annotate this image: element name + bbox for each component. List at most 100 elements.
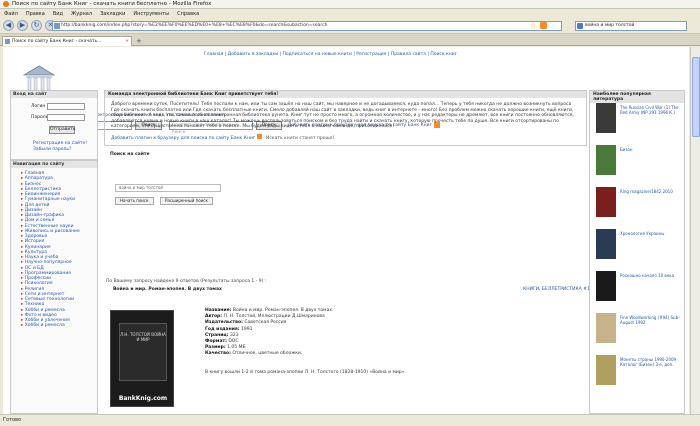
- meta-label: Год издания:: [205, 326, 240, 332]
- popular-item-title[interactable]: Роскошно начало 10 века: [620, 273, 680, 279]
- popular-item-title[interactable]: Монеты страны 1990-2009 Каталог (Бизон) …: [620, 357, 680, 368]
- popular-item[interactable]: Fine Woodworking (#94) Sub-August 1992: [594, 313, 682, 353]
- forward-icon[interactable]: ▶: [17, 20, 28, 31]
- password-label: Пароль: [31, 115, 49, 120]
- book-thumb[interactable]: [596, 187, 616, 217]
- reload-icon[interactable]: ↻: [31, 20, 42, 31]
- popular-item-title[interactable]: The Russian Civil War (1) The Red Army (…: [620, 105, 680, 116]
- status-bar: Готово: [0, 414, 700, 426]
- login-input[interactable]: [47, 103, 85, 110]
- top-links[interactable]: Главная | Добавить в закладки | Подписат…: [3, 52, 689, 57]
- forgot-password-link[interactable]: Забыли пароль?: [33, 147, 87, 153]
- tab-bar: Поиск по сайту Банк Книг - скачать... × …: [0, 34, 700, 46]
- welcome-plugin-icon[interactable]: [256, 133, 262, 139]
- welcome-plugin-note: - Искать книги станет проще!: [263, 135, 335, 141]
- bookmark-star-icon[interactable]: ☆: [530, 22, 536, 30]
- popular-item[interactable]: Ring magazine/1842.2010: [594, 187, 682, 227]
- login-header: Вход на сайт: [11, 91, 97, 98]
- window-title: Поиск по сайту Банк Книг - скачать книги…: [12, 1, 212, 7]
- popular-item-title[interactable]: Fine Woodworking (#94) Sub-August 1992: [620, 315, 680, 326]
- categories-header: Навигация по сайту: [11, 161, 97, 168]
- meta-value: 1.05 МБ: [227, 345, 246, 351]
- popular-item-title[interactable]: Бизон: [620, 147, 680, 153]
- back-icon[interactable]: ◀: [3, 20, 14, 31]
- book-thumb[interactable]: [596, 145, 616, 175]
- browser-search-text: война и мир толстой: [585, 23, 635, 28]
- popular-item-title[interactable]: Ring magazine/1842.2010: [620, 189, 680, 195]
- popular-item[interactable]: Хронология Украины: [594, 229, 682, 269]
- meta-value: Л. Н. Толстой, Иллюстрации Д.Шмаринова: [223, 314, 325, 320]
- login-submit-button[interactable]: Отправить: [49, 126, 76, 134]
- meta-label: Название:: [205, 308, 232, 313]
- url-text: http://bankknig.com/index.php?story=%E2%…: [61, 23, 328, 28]
- popular-item[interactable]: Монеты страны 1990-2009 Каталог (Бизон) …: [594, 355, 682, 395]
- result-category-link[interactable]: КНИГИ, БЕЛЛЕТРИСТИКА #1: [523, 287, 590, 292]
- login-box: Вход на сайт Логин Пароль Отправить Реги…: [10, 90, 98, 160]
- meta-label: Формат:: [205, 339, 227, 345]
- tab-label: Поиск по сайту Банк Книг - скачать...: [12, 39, 102, 44]
- welcome-plugin-row: Добавить плагин к браузеру для поиска по…: [105, 133, 586, 141]
- login-label: Логин: [31, 104, 46, 109]
- popular-header: Наиболее популярная литература: [590, 91, 684, 103]
- rss-icon[interactable]: [540, 22, 547, 29]
- window-titlebar: Поиск по сайту Банк Книг - скачать книги…: [0, 0, 700, 9]
- menu-view[interactable]: Вид: [53, 11, 63, 17]
- start-search-button[interactable]: Начать поиск: [115, 197, 154, 205]
- menu-help[interactable]: Справка: [177, 11, 199, 17]
- menu-bookmarks[interactable]: Закладки: [100, 11, 125, 17]
- tab-favicon-icon: [5, 39, 10, 44]
- popular-box: Наиболее популярная литература The Russi…: [589, 90, 685, 414]
- book-thumb[interactable]: [596, 271, 616, 301]
- book-thumb[interactable]: [596, 103, 616, 133]
- welcome-header: Команда электронной библиотеки Банк Книг…: [105, 91, 586, 98]
- welcome-text: Доброго времени суток, Посетитель! Тебя …: [111, 102, 574, 129]
- password-input[interactable]: [47, 114, 85, 121]
- welcome-box: Команда электронной библиотеки Банк Книг…: [104, 90, 587, 146]
- favicon-icon: [54, 23, 60, 29]
- cover-title: Л.Н. ТОЛСТОЙ ВОЙНА И МИР: [119, 323, 167, 381]
- tab-active[interactable]: Поиск по сайту Банк Книг - скачать... ×: [2, 36, 132, 46]
- categories-list: Главная Аппаратура Бизнес Беллетристика …: [11, 168, 97, 329]
- result-book-title[interactable]: Война и мир. Роман-эпопея. В двух томах: [113, 287, 222, 292]
- book-thumb[interactable]: [596, 229, 616, 259]
- meta-label: Издательство:: [205, 320, 243, 326]
- meta-value: Советская Россия: [244, 320, 287, 326]
- book-thumb[interactable]: [596, 313, 616, 343]
- book-meta: Название: Война и мир. Роман-эпопея. В д…: [205, 308, 333, 358]
- search-query-input[interactable]: война и мир толстой: [115, 184, 221, 192]
- book-thumb[interactable]: [596, 355, 616, 385]
- popular-item[interactable]: Роскошно начало 10 века: [594, 271, 682, 311]
- tab-close-icon[interactable]: ×: [125, 37, 129, 46]
- book-cover[interactable]: Л.Н. ТОЛСТОЙ ВОЙНА И МИР BankKnig.com: [110, 310, 174, 407]
- popular-item[interactable]: The Russian Civil War (1) The Red Army (…: [594, 103, 682, 143]
- scrollbar-thumb[interactable]: [692, 57, 700, 137]
- book-description: В книгу вошли 1-2 й тома романа-эпопеи Л…: [205, 370, 406, 375]
- search-engine-icon[interactable]: [577, 23, 583, 29]
- page-scrollbar[interactable]: [690, 47, 700, 414]
- meta-value: 1991: [241, 326, 253, 332]
- advanced-search-button[interactable]: Расширенный поиск: [160, 197, 213, 205]
- url-field[interactable]: http://bankknig.com/index.php?story=%E2%…: [52, 21, 562, 31]
- menu-tools[interactable]: Инструменты: [133, 11, 169, 17]
- meta-value: Отличное, цветные обложки.: [232, 351, 303, 357]
- menu-file[interactable]: Файл: [4, 11, 18, 17]
- menu-bar: Файл Правка Вид Журнал Закладки Инструме…: [0, 9, 700, 18]
- menu-history[interactable]: Журнал: [71, 11, 92, 17]
- meta-label: Автор:: [205, 314, 223, 320]
- popular-item-title[interactable]: Хронология Украины: [620, 231, 680, 237]
- results-summary: По Вашему запросу найдено 9 ответов (Рез…: [106, 279, 267, 284]
- meta-label: Размер:: [205, 345, 226, 351]
- category-item[interactable]: Хобби и ремесла: [21, 323, 97, 328]
- status-text: Готово: [3, 417, 22, 423]
- meta-value: Война и мир. Роман-эпопея. В двух томах.: [232, 308, 334, 313]
- meta-value: 323: [230, 332, 239, 338]
- meta-row-quality: Качество: Отличное, цветные обложки.: [205, 351, 333, 357]
- new-tab-icon[interactable]: +: [136, 37, 142, 45]
- welcome-plugin-link[interactable]: Добавить плагин к браузеру для поиска по…: [111, 136, 255, 141]
- menu-edit[interactable]: Правка: [26, 11, 45, 17]
- browser-search-input[interactable]: война и мир толстой: [575, 21, 687, 31]
- popular-item[interactable]: Бизон: [594, 145, 682, 185]
- meta-value: DOC: [228, 339, 239, 345]
- meta-label: Страниц:: [205, 332, 229, 338]
- search-section-title: Поиск на сайте: [110, 152, 150, 157]
